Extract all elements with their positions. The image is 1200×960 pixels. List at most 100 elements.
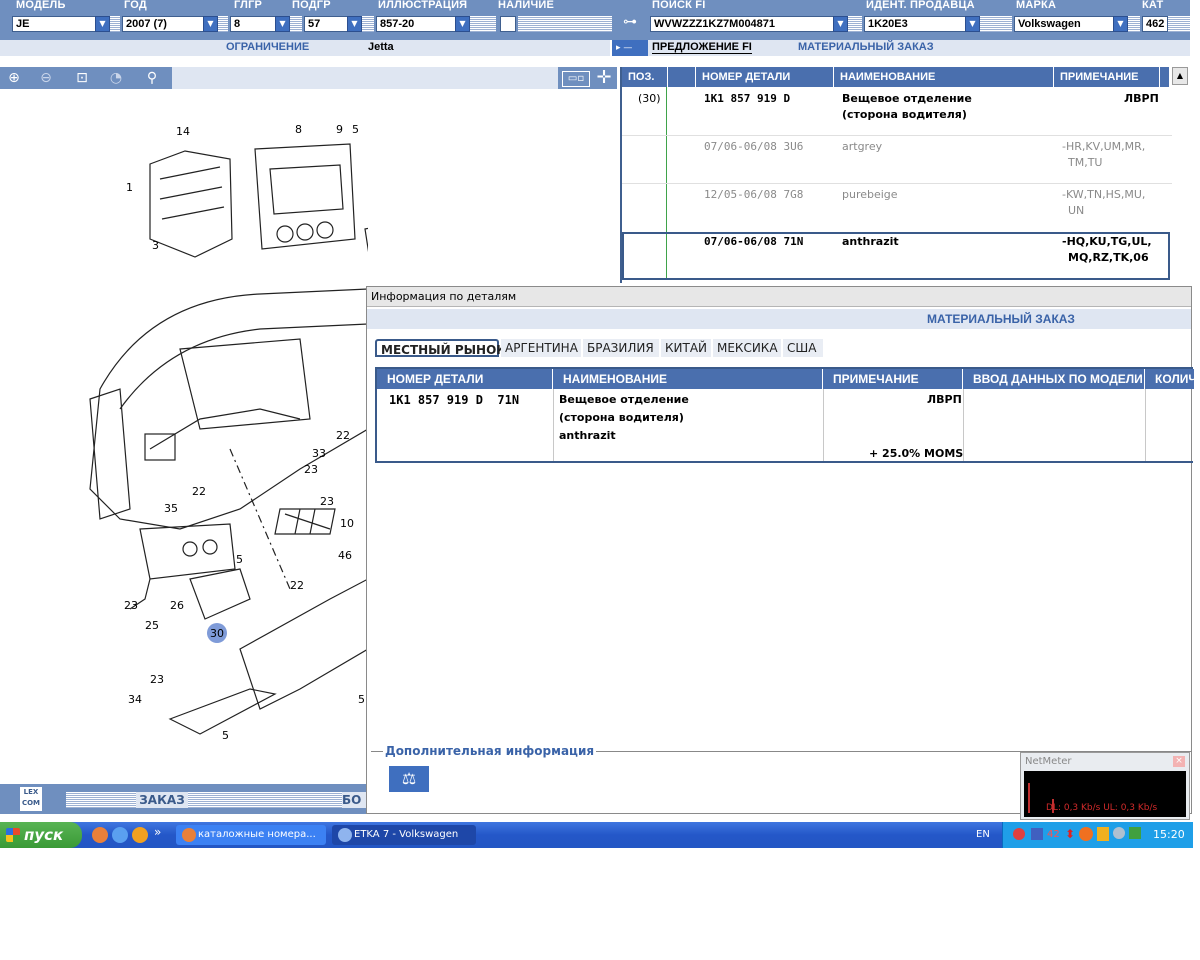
- graph-bar: [1028, 783, 1030, 813]
- ie-icon[interactable]: [112, 827, 128, 843]
- more-icon[interactable]: »: [154, 825, 161, 839]
- tray-icon[interactable]: [1013, 828, 1025, 840]
- callout-23a: 23: [304, 463, 318, 476]
- dialog-material-order[interactable]: МАТЕРИАЛЬНЫЙ ЗАКАЗ: [927, 312, 1075, 326]
- col-note-header[interactable]: ПРИМЕЧАНИЕ: [1054, 67, 1160, 87]
- brand-dropdown-icon[interactable]: ▼: [1113, 16, 1128, 32]
- model-select[interactable]: JE: [12, 16, 96, 32]
- subgroup-dropdown-icon[interactable]: ▼: [347, 16, 362, 32]
- callout-5b: 5: [236, 553, 243, 566]
- scale-icon[interactable]: ⚖: [389, 766, 429, 792]
- parts-illustration[interactable]: 14 8 9 5 1 3 2 6 22 33 23 35 22 23 10 5 …: [0, 89, 487, 784]
- callout-3: 3: [152, 239, 159, 252]
- more-button[interactable]: БО: [342, 792, 368, 808]
- tab-local-market[interactable]: МЕСТНЫЙ РЫНОК: [375, 339, 506, 357]
- zoom-area-icon[interactable]: ⊡: [70, 69, 94, 87]
- network-icon[interactable]: [1031, 828, 1043, 840]
- brand-label: МАРКА: [1016, 0, 1057, 11]
- row4-part[interactable]: 07/06-06/08 71N: [704, 235, 803, 248]
- col-pos-header[interactable]: ПОЗ.: [622, 67, 668, 87]
- availability-checkbox[interactable]: [500, 16, 516, 32]
- dialog-title[interactable]: Информация по деталям: [367, 287, 1191, 307]
- move-icon[interactable]: ✛: [592, 69, 616, 87]
- col-divider: [823, 389, 824, 461]
- clock[interactable]: 15:20: [1153, 828, 1185, 841]
- divider: [362, 16, 374, 32]
- dialog-bar: МАТЕРИАЛЬНЫЙ ЗАКАЗ: [367, 309, 1191, 329]
- callout-8: 8: [295, 123, 302, 136]
- dealer-dropdown-icon[interactable]: ▼: [965, 16, 980, 32]
- close-icon[interactable]: ×: [1173, 756, 1185, 767]
- app-icon[interactable]: [132, 827, 148, 843]
- row-divider: [622, 135, 1172, 136]
- magnifier-icon[interactable]: ⚲: [140, 69, 164, 87]
- callout-23b: 23: [320, 495, 334, 508]
- illustration-select[interactable]: 857-20: [376, 16, 456, 32]
- tab-usa[interactable]: США: [783, 339, 823, 357]
- tab-brazil[interactable]: БРАЗИЛИЯ: [583, 339, 659, 357]
- tray-leaf-icon[interactable]: [1129, 827, 1141, 839]
- tray-clock-icon[interactable]: [1113, 827, 1125, 839]
- search-field[interactable]: WVWZZZ1KZ7M004871: [650, 16, 834, 32]
- mgroup-dropdown-icon[interactable]: ▼: [275, 16, 290, 32]
- divider: [518, 16, 612, 32]
- year-select[interactable]: 2007 (7): [122, 16, 204, 32]
- mgroup-select[interactable]: 8: [230, 16, 276, 32]
- col-part-header[interactable]: НОМЕР ДЕТАЛИ: [696, 67, 834, 87]
- row1-part[interactable]: 1K1 857 919 D: [704, 92, 790, 105]
- brand-select[interactable]: Volkswagen: [1014, 16, 1114, 32]
- dialog-part-number[interactable]: 1K1 857 919 D 71N: [389, 393, 519, 407]
- zoom-out-icon[interactable]: ⊖: [34, 69, 58, 87]
- row1-note: ЛВРП: [1124, 92, 1159, 105]
- taskbar-item-etka[interactable]: ETKA 7 - Volkswagen: [332, 825, 476, 845]
- callout-23d: 23: [150, 673, 164, 686]
- parts-table: ПОЗ. НОМЕР ДЕТАЛИ НАИМЕНОВАНИЕ ПРИМЕЧАНИ…: [620, 67, 1188, 283]
- illustration-dropdown-icon[interactable]: ▼: [455, 16, 470, 32]
- dcol-note-header[interactable]: ПРИМЕЧАНИЕ: [823, 369, 963, 389]
- callout-5: 5: [352, 123, 359, 136]
- tab-argentina[interactable]: АРГЕНТИНА: [501, 339, 581, 357]
- part-info-dialog: Информация по деталям МАТЕРИАЛЬНЫЙ ЗАКАЗ…: [366, 286, 1195, 814]
- dcol-part-header[interactable]: НОМЕР ДЕТАЛИ: [377, 369, 553, 389]
- dialog-table: НОМЕР ДЕТАЛИ НАИМЕНОВАНИЕ ПРИМЕЧАНИЕ ВВО…: [375, 367, 1195, 463]
- dcol-model-header[interactable]: ВВОД ДАННЫХ ПО МОДЕЛИ: [963, 369, 1145, 389]
- mgroup-label: ГЛГР: [234, 0, 263, 11]
- col-name-header[interactable]: НАИМЕНОВАНИЕ: [834, 67, 1054, 87]
- dcol-qty-header[interactable]: КОЛИЧ: [1145, 369, 1195, 389]
- col-divider: [553, 389, 554, 461]
- model-dropdown-icon[interactable]: ▼: [95, 16, 110, 32]
- layout-icon[interactable]: ▭▫: [562, 71, 590, 87]
- illustration-label: ИЛЛЮСТРАЦИЯ: [378, 0, 468, 11]
- tab-china[interactable]: КИТАЙ: [661, 339, 711, 357]
- expand-arrow-icon[interactable]: ▸ —: [612, 40, 648, 56]
- tray-app-icon[interactable]: [1079, 827, 1093, 841]
- callout-35: 35: [164, 502, 178, 515]
- row2-part[interactable]: 07/06-06/08 3U6: [704, 140, 803, 153]
- zoom-100-icon[interactable]: ◔: [104, 69, 128, 87]
- dcol-name-header[interactable]: НАИМЕНОВАНИЕ: [553, 369, 823, 389]
- updown-icon[interactable]: ⬍: [1065, 827, 1075, 841]
- divider: [980, 16, 1012, 32]
- firefox-icon[interactable]: [92, 827, 108, 843]
- netmeter-stats: DL: 0,3 Kb/s UL: 0,3 Kb/s: [1046, 803, 1158, 813]
- tab-mexico[interactable]: МЕКСИКА: [713, 339, 781, 357]
- callout-30: 30: [210, 627, 224, 640]
- dealer-id-select[interactable]: 1K20E3: [864, 16, 966, 32]
- dialog-name2: (сторона водителя): [559, 411, 684, 424]
- taskbar-item-browser[interactable]: каталожные номера...: [176, 825, 326, 845]
- left-bottom-bar: LEX COM ЗАКАЗ БО: [0, 784, 368, 814]
- callout-22c: 22: [290, 579, 304, 592]
- scroll-up-icon[interactable]: ▲: [1172, 67, 1188, 85]
- cat-field[interactable]: 462: [1142, 16, 1168, 32]
- language-indicator[interactable]: EN: [976, 829, 990, 840]
- search-dropdown-icon[interactable]: ▼: [833, 16, 848, 32]
- subgroup-select[interactable]: 57: [304, 16, 348, 32]
- row3-part[interactable]: 12/05-06/08 7G8: [704, 188, 803, 201]
- offer-fi-link[interactable]: ПРЕДЛОЖЕНИЕ FI: [652, 41, 752, 54]
- zoom-in-icon[interactable]: ⊕: [2, 69, 26, 87]
- material-order-link[interactable]: МАТЕРИАЛЬНЫЙ ЗАКАЗ: [798, 41, 934, 53]
- key-icon[interactable]: ⊶: [612, 14, 648, 34]
- tray-folder-icon[interactable]: [1097, 827, 1109, 841]
- order-button[interactable]: ЗАКАЗ: [136, 792, 188, 808]
- year-dropdown-icon[interactable]: ▼: [203, 16, 218, 32]
